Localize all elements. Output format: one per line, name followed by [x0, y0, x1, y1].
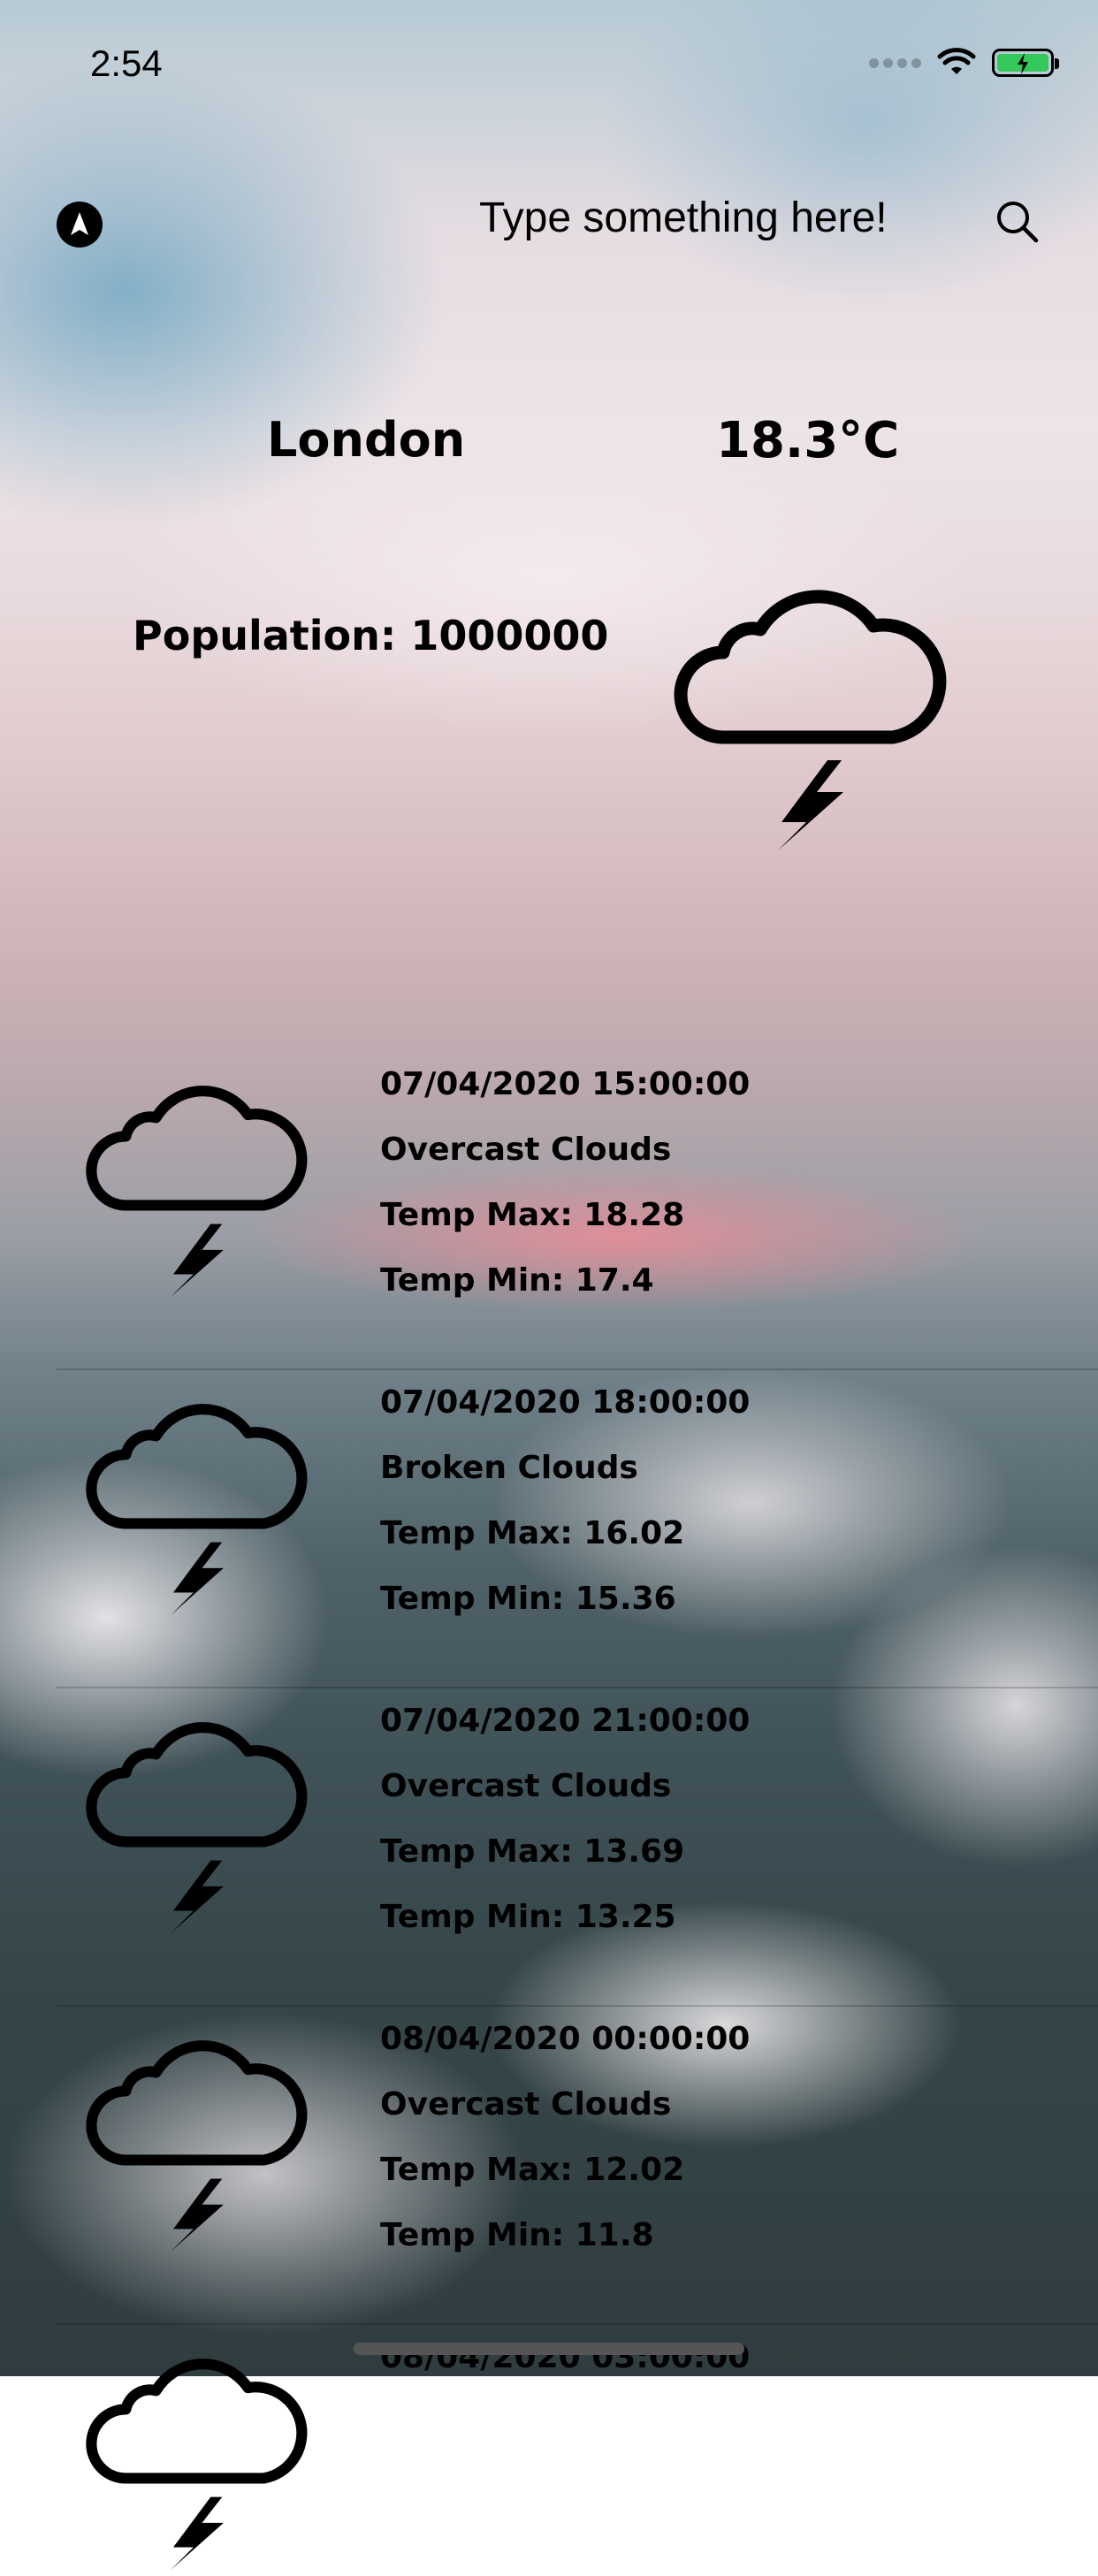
- forecast-row[interactable]: 07/04/2020 21:00:00 Overcast Clouds Temp…: [0, 1688, 1098, 2007]
- search-input[interactable]: [477, 193, 941, 243]
- current-location-icon[interactable]: [57, 202, 103, 248]
- forecast-temp-max: Temp Max: 12.02: [380, 2152, 685, 2188]
- forecast-datetime: 07/04/2020 21:00:00: [380, 1703, 751, 1739]
- forecast-description: Overcast Clouds: [380, 1132, 672, 1168]
- home-indicator[interactable]: [354, 2343, 744, 2355]
- cloud-lightning-icon: [81, 2334, 311, 2576]
- cloud-lightning-icon: [81, 1697, 311, 1940]
- forecast-datetime: 07/04/2020 18:00:00: [380, 1384, 751, 1421]
- forecast-row[interactable]: 08/04/2020 03:00:00: [0, 2325, 1098, 2571]
- cloud-lightning-icon: [81, 2016, 311, 2258]
- forecast-description: Broken Clouds: [380, 1450, 638, 1486]
- battery-icon: [992, 49, 1059, 77]
- forecast-datetime: 07/04/2020 15:00:00: [380, 1066, 751, 1102]
- population-label: Population: 1000000: [133, 612, 609, 659]
- forecast-temp-min: Temp Min: 17.4: [380, 1262, 654, 1299]
- status-indicators: [869, 48, 1059, 78]
- forecast-temp-max: Temp Max: 16.02: [380, 1515, 685, 1551]
- forecast-description: Overcast Clouds: [380, 1768, 672, 1804]
- wifi-icon: [937, 48, 976, 74]
- cloud-lightning-icon: [81, 1379, 311, 1621]
- status-time: 2:54: [90, 42, 163, 84]
- search-icon[interactable]: [994, 198, 1041, 249]
- forecast-list[interactable]: 07/04/2020 15:00:00 Overcast Clouds Temp…: [0, 1052, 1098, 2571]
- cellular-signal-icon: [869, 57, 921, 68]
- current-temperature: 18.3°C: [716, 412, 900, 469]
- forecast-row[interactable]: 07/04/2020 15:00:00 Overcast Clouds Temp…: [0, 1052, 1098, 1370]
- city-name: London: [267, 412, 466, 468]
- forecast-temp-min: Temp Min: 13.25: [380, 1899, 676, 1935]
- forecast-temp-min: Temp Min: 15.36: [380, 1581, 676, 1617]
- forecast-datetime: 08/04/2020 00:00:00: [380, 2021, 751, 2057]
- forecast-temp-min: Temp Min: 11.8: [380, 2217, 654, 2253]
- forecast-temp-max: Temp Max: 13.69: [380, 1833, 685, 1870]
- forecast-description: Overcast Clouds: [380, 2086, 672, 2123]
- forecast-row[interactable]: 07/04/2020 18:00:00 Broken Clouds Temp M…: [0, 1370, 1098, 1688]
- cloud-lightning-icon: [81, 1061, 311, 1303]
- forecast-temp-max: Temp Max: 18.28: [380, 1197, 685, 1233]
- forecast-row[interactable]: 08/04/2020 00:00:00 Overcast Clouds Temp…: [0, 2007, 1098, 2325]
- cloud-lightning-icon: [668, 560, 951, 856]
